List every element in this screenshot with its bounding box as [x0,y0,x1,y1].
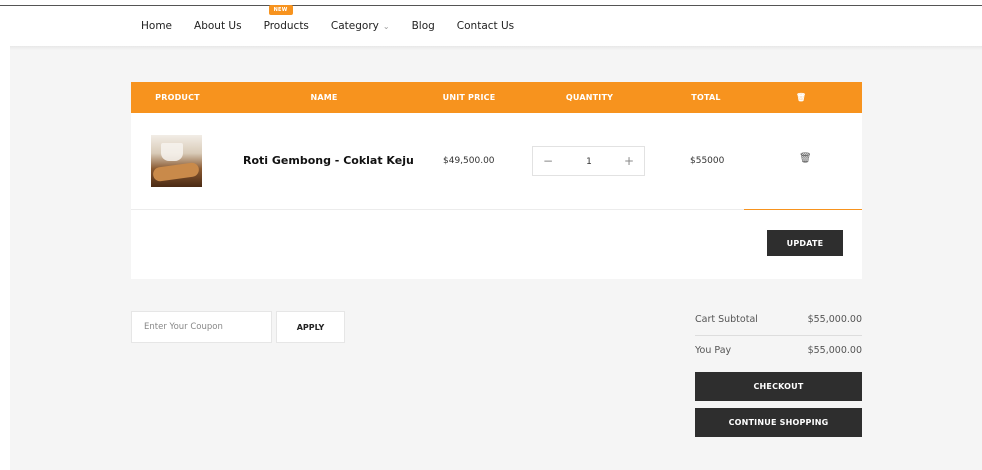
continue-shopping-button[interactable]: CONTINUE SHOPPING [695,408,862,437]
unit-price: $49,500.00 [443,156,495,166]
coupon-input[interactable] [131,311,272,343]
chevron-down-icon: ⌄ [382,21,390,31]
header-product: PRODUCT [155,93,200,102]
header-shadow [10,46,982,50]
checkout-button[interactable]: CHECKOUT [695,372,862,401]
nav-products-label: Products [263,20,309,32]
minus-icon[interactable]: − [543,147,553,177]
header-unit-price: UNIT PRICE [442,93,496,102]
update-button[interactable]: UPDATE [767,230,843,256]
nav-blog-label: Blog [411,20,435,32]
quantity-stepper: − + [532,146,645,177]
cart-table-body [131,113,862,279]
nav-about-us-label: About Us [194,20,242,32]
you-pay-value: $55,000.00 [807,345,862,356]
row-divider-accent [744,209,862,210]
product-image[interactable] [151,135,202,187]
new-badge: NEW [268,5,293,15]
site-header: Home About Us NEW Products Category ⌄ Bl… [10,5,982,46]
quantity-input[interactable] [573,147,605,177]
plus-icon[interactable]: + [624,147,634,177]
line-total: $55000 [690,156,725,166]
nav-contact-us[interactable]: Contact Us [457,20,514,32]
bread-shape [152,161,200,183]
main-nav: Home About Us NEW Products Category ⌄ Bl… [141,5,536,46]
nav-contact-us-label: Contact Us [456,20,515,32]
nav-products[interactable]: NEW Products [263,5,309,32]
product-name[interactable]: Roti Gembong - Coklat Keju [243,154,414,167]
nav-home[interactable]: Home [141,20,172,32]
trash-icon[interactable]: 🗑 [799,153,812,164]
header-name: NAME [310,93,338,102]
header-total: TOTAL [691,93,721,102]
header-quantity: QUANTITY [565,93,614,102]
summary-divider [695,335,862,336]
apply-button[interactable]: APPLY [276,311,345,343]
nav-category-label: Category [330,20,379,32]
nav-blog[interactable]: Blog [412,20,435,32]
cart-table-header: PRODUCT NAME UNIT PRICE QUANTITY TOTAL 🗑 [131,82,862,113]
nav-home-label: Home [141,20,173,32]
trash-icon: 🗑 [795,93,807,102]
row-divider [131,209,744,210]
subtotal-label: Cart Subtotal [695,314,758,325]
cup-shape [161,143,183,161]
nav-category[interactable]: Category ⌄ [331,20,390,32]
you-pay-label: You Pay [695,345,732,356]
nav-about-us[interactable]: About Us [194,20,242,32]
subtotal-value: $55,000.00 [807,314,862,325]
